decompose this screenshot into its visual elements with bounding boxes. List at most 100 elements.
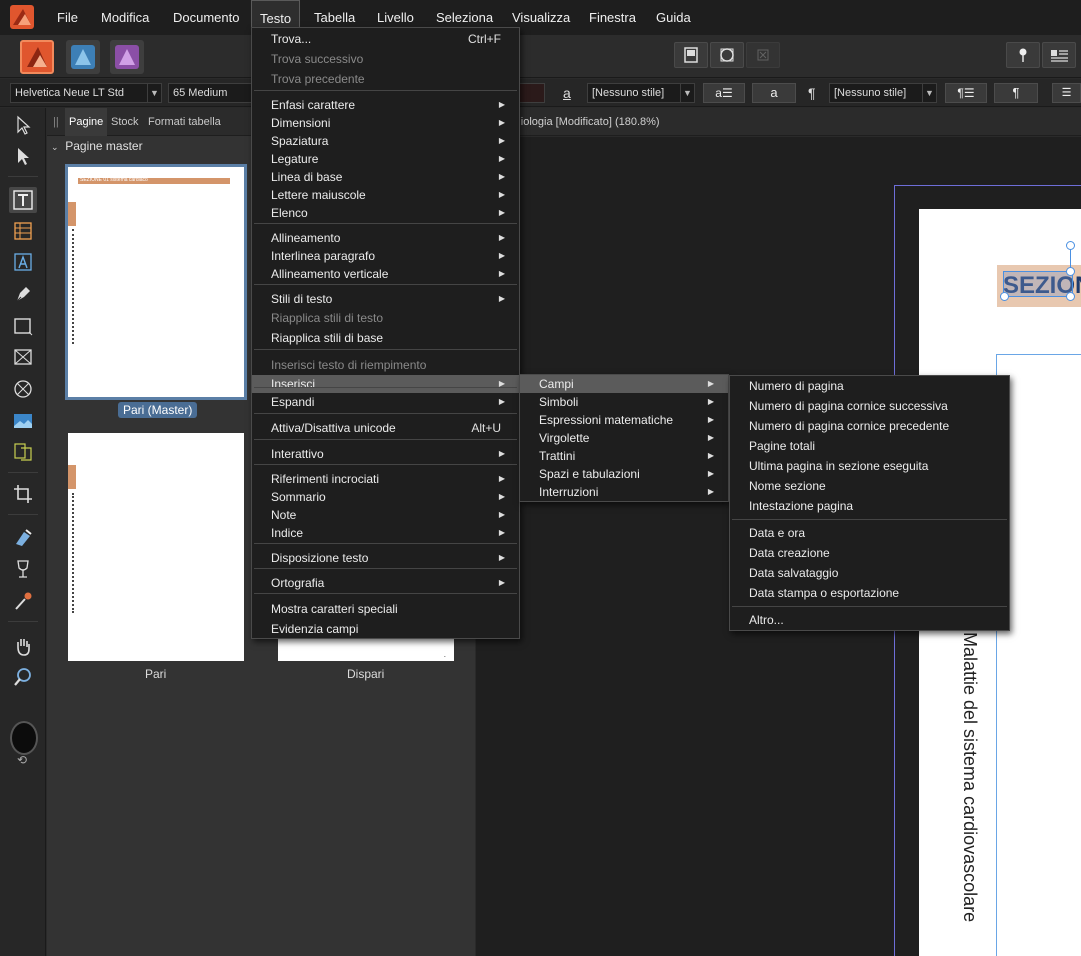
font-size-field[interactable]: [519, 83, 545, 103]
text-wrap-button[interactable]: [1042, 42, 1076, 68]
campi-item-pagine-totali[interactable]: Pagine totali: [730, 437, 1009, 455]
menu-item-dimensioni[interactable]: Dimensioni ▶: [252, 114, 519, 132]
menu-item-ortografia[interactable]: Ortografia ▶: [252, 574, 519, 592]
campi-item-data-stampa-o-esportazione[interactable]: Data stampa o esportazione: [730, 584, 1009, 602]
campi-item-altro[interactable]: Altro...: [730, 611, 1009, 629]
menu-item-spaziatura[interactable]: Spaziatura ▶: [252, 132, 519, 150]
character-style-select[interactable]: [Nessuno stile] ▼: [587, 83, 695, 103]
paragraph-style-options-button[interactable]: ¶☰: [945, 83, 987, 103]
place-image-tool[interactable]: [12, 410, 34, 432]
menu-item-riapplica-stili-di-base[interactable]: Riapplica stili di base: [252, 329, 519, 347]
submenu-item-spazi-e-tabulazioni[interactable]: Spazi e tabulazioni ▶: [520, 465, 728, 483]
font-family-select[interactable]: Helvetica Neue LT Std ▼: [10, 83, 162, 103]
color-wheel-knob[interactable]: [10, 721, 38, 755]
menu-item-espandi[interactable]: Espandi ▶: [252, 393, 519, 411]
master-page-label[interactable]: Pari (Master): [118, 402, 198, 418]
submenu-item-campi[interactable]: Campi ▶: [520, 375, 728, 393]
master-page-thumbnail[interactable]: SEZIONE 01 sistema cardiaco: [65, 164, 247, 400]
menu-item-stili-di-testo[interactable]: Stili di testo ▶: [252, 290, 519, 308]
menu-item-riapplica-stili-di-testo[interactable]: Riapplica stili di testo: [252, 309, 519, 327]
menu-item-trova[interactable]: Trova... Ctrl+F: [252, 30, 519, 48]
transparency-tool[interactable]: [12, 558, 34, 580]
menu-item-inserisci[interactable]: Inserisci ▶: [252, 375, 519, 393]
font-weight-select[interactable]: 65 Medium: [168, 83, 252, 103]
menu-item-trova-precedente[interactable]: Trova precedente: [252, 70, 519, 88]
menu-finestra[interactable]: Finestra: [581, 0, 644, 35]
menu-item-elenco[interactable]: Elenco ▶: [252, 204, 519, 222]
menu-item-disposizione-testo[interactable]: Disposizione testo ▶: [252, 549, 519, 567]
character-panel-button[interactable]: a: [752, 83, 796, 103]
master-pages-header[interactable]: ⌄ Pagine master: [51, 139, 143, 153]
swap-colors-icon[interactable]: ⟲: [17, 753, 27, 767]
pin-button[interactable]: [1006, 42, 1040, 68]
campi-item-ultima-pagina-in-sezione-eseguita[interactable]: Ultima pagina in sezione eseguita: [730, 457, 1009, 475]
campi-item-data-creazione[interactable]: Data creazione: [730, 544, 1009, 562]
submenu-item-espressioni-matematiche[interactable]: Espressioni matematiche ▶: [520, 411, 728, 429]
menu-item-sommario[interactable]: Sommario ▶: [252, 488, 519, 506]
rectangle-tool[interactable]: [12, 315, 34, 337]
tab-formati-tabella[interactable]: Formati tabella: [144, 108, 225, 136]
data-merge-tool[interactable]: [12, 441, 34, 463]
menu-item-linea-di-base[interactable]: Linea di base ▶: [252, 168, 519, 186]
photo-persona-button[interactable]: [110, 40, 144, 74]
pen-tool[interactable]: [12, 283, 34, 305]
submenu-item-virgolette[interactable]: Virgolette ▶: [520, 429, 728, 447]
align-left-button[interactable]: ☰: [1052, 83, 1081, 103]
menu-modifica[interactable]: Modifica: [93, 0, 157, 35]
publisher-persona-button[interactable]: [20, 40, 54, 74]
submenu-item-trattini[interactable]: Trattini ▶: [520, 447, 728, 465]
selection-handle[interactable]: [1000, 292, 1009, 301]
picture-frame-rect-tool[interactable]: [12, 346, 34, 368]
campi-item-numero-di-pagina[interactable]: Numero di pagina: [730, 377, 1009, 395]
menu-item-allineamento[interactable]: Allineamento ▶: [252, 229, 519, 247]
menu-documento[interactable]: Documento: [165, 0, 247, 35]
menu-item-note[interactable]: Note ▶: [252, 506, 519, 524]
selection-handle[interactable]: [1066, 267, 1075, 276]
affinity-publisher-logo-icon[interactable]: [10, 5, 34, 29]
menu-item-enfasi-carattere[interactable]: Enfasi carattere ▶: [252, 96, 519, 114]
paragraph-style-select[interactable]: [Nessuno stile] ▼: [829, 83, 937, 103]
move-tool[interactable]: [12, 114, 34, 136]
menu-guida[interactable]: Guida: [648, 0, 699, 35]
node-tool[interactable]: [12, 145, 34, 167]
menu-item-mostra-caratteri-speciali[interactable]: Mostra caratteri speciali: [252, 600, 519, 618]
artistic-text-tool[interactable]: [12, 251, 34, 273]
document-tab[interactable]: rdiologia [Modificato] (180.8%): [476, 108, 1081, 136]
pari-page-thumbnail[interactable]: [68, 433, 244, 661]
campi-item-intestazione-pagina[interactable]: Intestazione pagina: [730, 497, 1009, 515]
menu-item-interlinea-paragrafo[interactable]: Interlinea paragrafo ▶: [252, 247, 519, 265]
frame-text-tool[interactable]: [9, 187, 37, 213]
color-picker-tool[interactable]: [12, 590, 34, 612]
menu-item-inserisci-testo-di-riempimento[interactable]: Inserisci testo di riempimento: [252, 356, 519, 374]
campi-item-numero-di-pagina-cornice-successiva[interactable]: Numero di pagina cornice successiva: [730, 397, 1009, 415]
dispari-page-label[interactable]: Dispari: [347, 667, 384, 681]
zoom-tool[interactable]: [12, 666, 34, 688]
character-style-options-button[interactable]: a☰: [703, 83, 745, 103]
selection-handle[interactable]: [1066, 292, 1075, 301]
view-mode-button[interactable]: [674, 42, 708, 68]
designer-persona-button[interactable]: [66, 40, 100, 74]
campi-item-numero-di-pagina-cornice-precedente[interactable]: Numero di pagina cornice precedente: [730, 417, 1009, 435]
pari-page-label[interactable]: Pari: [145, 667, 166, 681]
menu-item-riferimenti-incrociati[interactable]: Riferimenti incrociati ▶: [252, 470, 519, 488]
menu-item-lettere-maiuscole[interactable]: Lettere maiuscole ▶: [252, 186, 519, 204]
menu-item-evidenzia-campi[interactable]: Evidenzia campi: [252, 620, 519, 638]
menu-item-legature[interactable]: Legature ▶: [252, 150, 519, 168]
campi-item-data-salvataggio[interactable]: Data salvataggio: [730, 564, 1009, 582]
picture-frame-ellipse-tool[interactable]: [12, 378, 34, 400]
campi-item-nome-sezione[interactable]: Nome sezione: [730, 477, 1009, 495]
tab-pagine[interactable]: Pagine: [65, 108, 108, 136]
submenu-item-interruzioni[interactable]: Interruzioni ▶: [520, 483, 728, 501]
menu-item-indice[interactable]: Indice ▶: [252, 524, 519, 542]
menu-item-allineamento-verticale[interactable]: Allineamento verticale ▶: [252, 265, 519, 283]
clip-button[interactable]: [746, 42, 780, 68]
bleed-view-button[interactable]: [710, 42, 744, 68]
table-tool[interactable]: [12, 220, 34, 242]
menu-item-attiva-disattiva-unicode[interactable]: Attiva/Disattiva unicode Alt+U: [252, 419, 519, 437]
dispari-page-thumbnail[interactable]: .: [278, 638, 454, 661]
submenu-item-simboli[interactable]: Simboli ▶: [520, 393, 728, 411]
menu-file[interactable]: File: [49, 0, 86, 35]
crop-tool[interactable]: [12, 483, 34, 505]
menu-item-interattivo[interactable]: Interattivo ▶: [252, 445, 519, 463]
view-tool[interactable]: [12, 635, 34, 657]
